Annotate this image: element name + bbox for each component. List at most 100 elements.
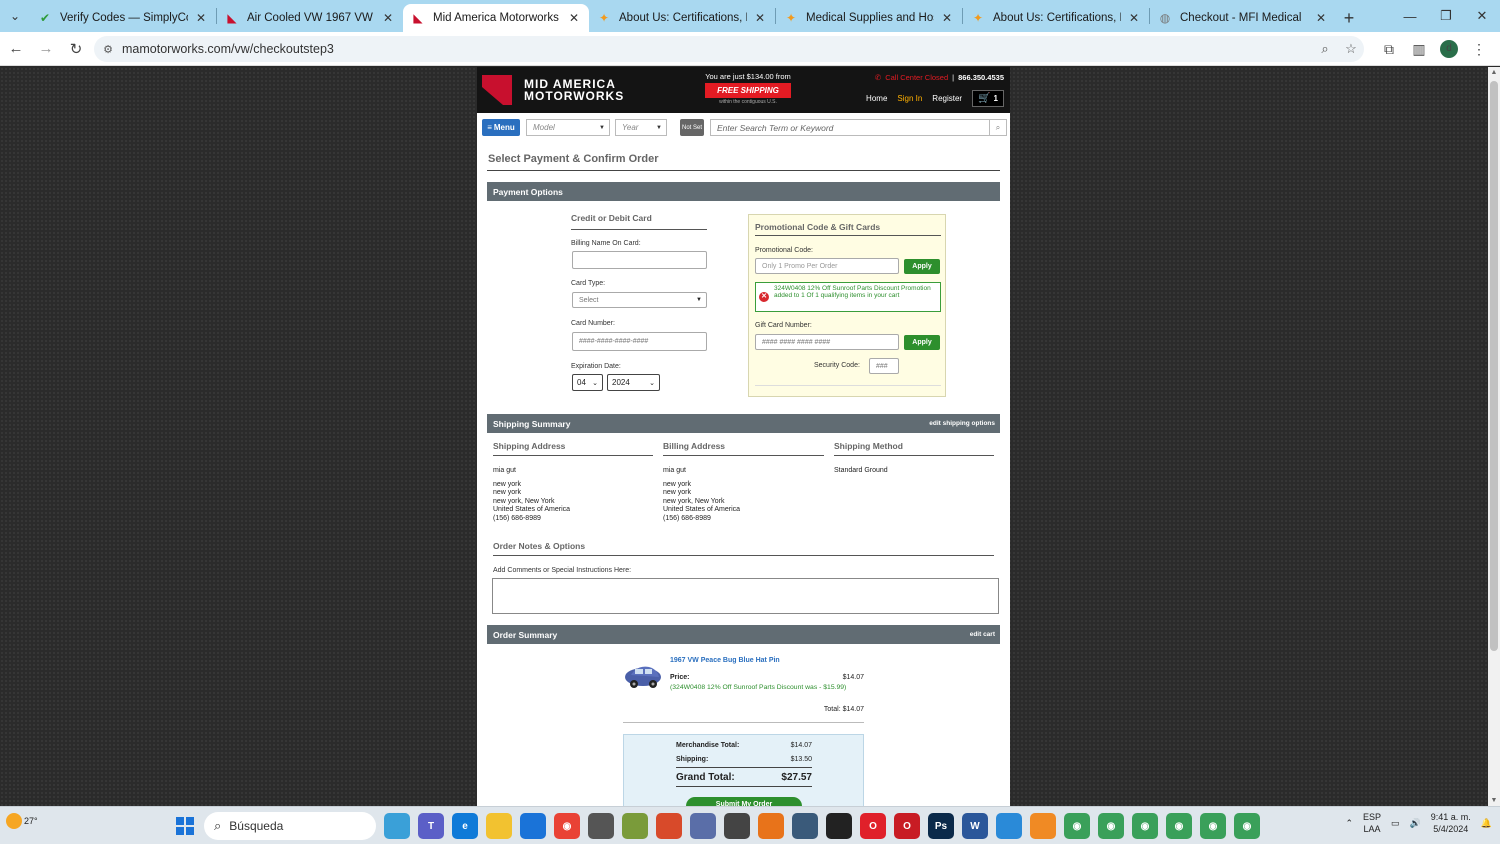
promo-code-input[interactable]: Only 1 Promo Per Order — [755, 258, 899, 274]
weather-widget[interactable]: 27° — [6, 813, 38, 829]
new-tab-button[interactable]: + — [1336, 4, 1362, 32]
product-link[interactable]: 1967 VW Peace Bug Blue Hat Pin — [670, 657, 780, 664]
remove-promo-icon[interactable]: ✕ — [759, 292, 769, 302]
browser-tab-active[interactable]: ◣Mid America Motorworks -Air C✕ — [403, 4, 589, 32]
page-scrollbar[interactable]: ▲ ▼ — [1488, 67, 1500, 806]
app-icon[interactable] — [690, 813, 716, 839]
scroll-up-icon[interactable]: ▲ — [1488, 69, 1500, 76]
phone-number[interactable]: 866.350.4535 — [958, 73, 1004, 82]
app-icon[interactable] — [588, 813, 614, 839]
scroll-down-icon[interactable]: ▼ — [1488, 797, 1500, 804]
restore-icon[interactable]: ❐ — [1428, 0, 1464, 32]
file-explorer-icon[interactable] — [486, 813, 512, 839]
security-code-input[interactable]: ### — [869, 358, 899, 374]
browser-tab[interactable]: ✦Medical Supplies and Hospital E✕ — [776, 4, 962, 32]
address-bar[interactable]: ⚙ mamotorworks.com/vw/checkoutstep3 ⌕ ☆ — [94, 36, 1364, 62]
model-select[interactable]: Model ▼ — [526, 119, 610, 136]
tab-search-icon[interactable]: ⌄ — [0, 0, 30, 32]
browser-tab[interactable]: ◍ Checkout - MFI Medical ✕ — [1150, 4, 1336, 32]
app-icon[interactable] — [622, 813, 648, 839]
nav-sign-in[interactable]: Sign In — [897, 94, 922, 103]
photoshop-icon[interactable]: Ps — [928, 813, 954, 839]
browser-tab[interactable]: ◣Air Cooled VW 1967 VW Peace✕ — [217, 4, 403, 32]
store-icon[interactable] — [520, 813, 546, 839]
chrome-profile-icon[interactable]: ◉ — [1234, 813, 1260, 839]
start-button[interactable] — [176, 817, 194, 835]
network-icon[interactable]: ▭ — [1391, 818, 1400, 829]
exp-month-select[interactable]: 04 ⌄ — [572, 374, 603, 391]
profile-avatar[interactable]: d — [1440, 40, 1458, 58]
year-select[interactable]: Year ▼ — [615, 119, 667, 136]
app-icon[interactable] — [826, 813, 852, 839]
gift-card-input[interactable]: #### #### #### #### — [755, 334, 899, 350]
nav-home[interactable]: Home — [866, 94, 887, 103]
close-window-icon[interactable]: ✕ — [1464, 0, 1500, 32]
word-icon[interactable]: W — [962, 813, 988, 839]
chrome-profile-icon[interactable]: ◉ — [1098, 813, 1124, 839]
reload-icon[interactable]: ↻ — [62, 35, 90, 63]
search-icon[interactable]: ⌕ — [989, 119, 1007, 136]
cart-button[interactable]: 🛒 1 — [972, 90, 1004, 107]
close-icon[interactable]: ✕ — [940, 11, 954, 25]
edit-shipping-link[interactable]: edit shipping options — [929, 420, 995, 427]
search-input[interactable]: Enter Search Term or Keyword — [710, 119, 990, 136]
comments-textarea[interactable] — [492, 578, 999, 614]
close-icon[interactable]: ✕ — [194, 11, 208, 25]
chrome-profile-icon[interactable]: ◉ — [1064, 813, 1090, 839]
browser-tab[interactable]: ✦About Us: Certifications, Review✕ — [589, 4, 775, 32]
scroll-thumb[interactable] — [1490, 81, 1498, 651]
app-icon[interactable] — [1030, 813, 1056, 839]
more-menu-icon[interactable]: ⋮ — [1464, 41, 1494, 58]
chevron-up-icon[interactable]: ⌃ — [1345, 818, 1353, 829]
browser-tab[interactable]: ✔Verify Codes — SimplyCodes✕ — [30, 4, 216, 32]
taskbar-search[interactable]: ⌕ Búsqueda — [204, 812, 376, 840]
app-icon[interactable] — [656, 813, 682, 839]
app-icon[interactable] — [996, 813, 1022, 839]
not-set-badge[interactable]: Not Set — [680, 119, 704, 136]
card-type-select[interactable]: Select ▼ — [572, 292, 707, 308]
forward-icon[interactable]: → — [32, 35, 60, 63]
opera-gx-icon[interactable]: O — [894, 813, 920, 839]
back-icon[interactable]: ← — [2, 35, 30, 63]
firefox-icon[interactable] — [758, 813, 784, 839]
app-icon[interactable] — [384, 813, 410, 839]
edit-cart-link[interactable]: edit cart — [970, 631, 995, 638]
card-number-input[interactable]: ####-####-####-#### — [572, 332, 707, 351]
app-icon[interactable] — [724, 813, 750, 839]
app-icon[interactable] — [792, 813, 818, 839]
url-text[interactable]: mamotorworks.com/vw/checkoutstep3 — [122, 42, 1312, 56]
chrome-profile-icon[interactable]: ◉ — [1200, 813, 1226, 839]
edge-icon[interactable]: e — [452, 813, 478, 839]
browser-tab[interactable]: ✦About Us: Certifications, Review✕ — [963, 4, 1149, 32]
submit-order-button[interactable]: Submit My Order — [686, 797, 802, 806]
bookmark-star-icon[interactable]: ☆ — [1338, 41, 1364, 57]
menu-button[interactable]: ≡ Menu — [482, 119, 520, 136]
side-panel-icon[interactable]: ▥ — [1404, 41, 1434, 58]
promo-apply-button[interactable]: Apply — [904, 259, 940, 274]
teams-icon[interactable]: T — [418, 813, 444, 839]
notification-bell-icon[interactable]: 🔔 — [1481, 818, 1492, 829]
billing-name-input[interactable] — [572, 251, 707, 269]
site-info-icon[interactable]: ⚙ — [94, 43, 122, 56]
language-indicator[interactable]: ESP LAA — [1363, 811, 1381, 835]
minimize-icon[interactable]: — — [1392, 0, 1428, 32]
site-logo[interactable]: MID AMERICA MOTORWORKS — [482, 75, 624, 105]
chrome-icon[interactable]: ◉ — [554, 813, 580, 839]
close-icon[interactable]: ✕ — [1314, 11, 1328, 25]
chrome-profile-icon[interactable]: ◉ — [1166, 813, 1192, 839]
free-shipping-badge[interactable]: FREE SHIPPING — [705, 83, 791, 98]
zoom-icon[interactable]: ⌕ — [1312, 41, 1338, 57]
product-thumbnail[interactable] — [623, 663, 663, 691]
extensions-icon[interactable]: ⧉ — [1374, 41, 1404, 58]
chrome-profile-icon[interactable]: ◉ — [1132, 813, 1158, 839]
exp-year-select[interactable]: 2024 ⌄ — [607, 374, 660, 391]
clock[interactable]: 9:41 a. m. 5/4/2024 — [1431, 811, 1471, 835]
nav-register[interactable]: Register — [932, 94, 962, 103]
opera-icon[interactable]: O — [860, 813, 886, 839]
close-icon[interactable]: ✕ — [753, 11, 767, 25]
close-icon[interactable]: ✕ — [567, 11, 581, 25]
close-icon[interactable]: ✕ — [381, 11, 395, 25]
volume-icon[interactable]: 🔊 — [1410, 818, 1421, 829]
close-icon[interactable]: ✕ — [1127, 11, 1141, 25]
gift-apply-button[interactable]: Apply — [904, 335, 940, 350]
